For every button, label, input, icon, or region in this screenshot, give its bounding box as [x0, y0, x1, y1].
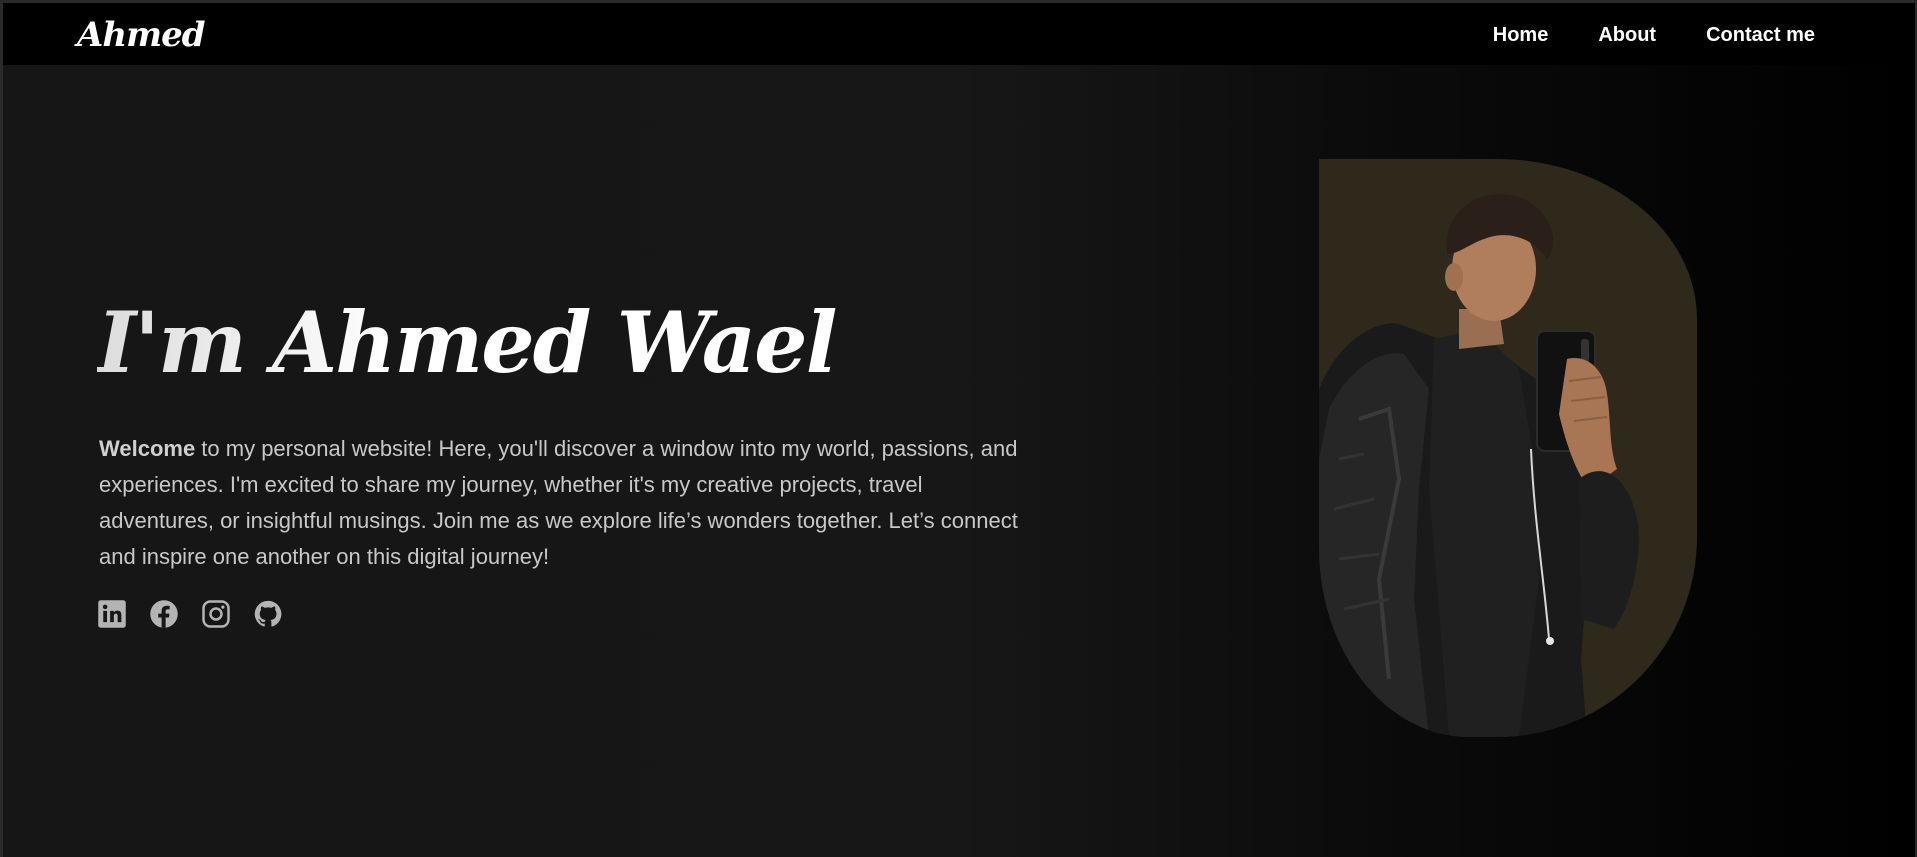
- profile-photo: [1319, 159, 1697, 737]
- nav-link-home[interactable]: Home: [1493, 24, 1549, 47]
- brand-logo[interactable]: Ahmed: [77, 15, 205, 55]
- navbar: Ahmed Home About Contact me: [3, 3, 1915, 65]
- portrait-illustration: [1319, 194, 1639, 737]
- nav-links: Home About Contact me: [1493, 24, 1815, 47]
- intro-paragraph: Welcome to my personal website! Here, yo…: [99, 431, 1019, 575]
- instagram-icon[interactable]: [201, 599, 231, 629]
- nav-link-contact[interactable]: Contact me: [1706, 24, 1815, 47]
- intro-text: to my personal website! Here, you'll dis…: [99, 436, 1018, 569]
- social-links: [97, 599, 283, 629]
- nav-link-about[interactable]: About: [1598, 24, 1656, 47]
- intro-bold: Welcome: [99, 436, 196, 461]
- linkedin-icon[interactable]: [97, 599, 127, 629]
- facebook-icon[interactable]: [149, 599, 179, 629]
- github-icon[interactable]: [253, 599, 283, 629]
- page-frame: Ahmed Home About Contact me I'm Ahmed Wa…: [3, 3, 1915, 857]
- hero-title: I'm Ahmed Wael: [97, 293, 837, 392]
